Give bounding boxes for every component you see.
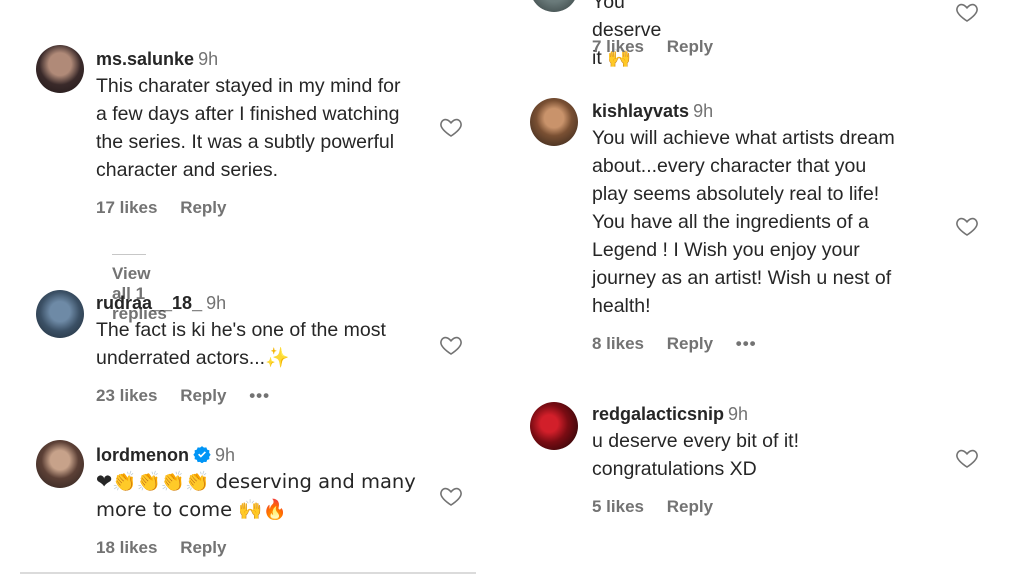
avatar[interactable]: [36, 45, 84, 93]
comment-time: 9h: [215, 445, 236, 465]
comment-text: The fact is ki he's one of the most unde…: [96, 319, 386, 369]
likes-count[interactable]: 5 likes: [592, 497, 644, 516]
comment-text: u deserve every bit of it! congratulatio…: [592, 430, 800, 480]
comment-meta: 18 likes Reply: [96, 538, 436, 558]
comment-text: You deserve it 🙌: [592, 0, 662, 69]
bottom-divider: [20, 572, 476, 574]
more-options-icon[interactable]: •••: [249, 386, 270, 405]
reply-button[interactable]: Reply: [667, 334, 713, 353]
comment-meta: 7 likes Reply: [592, 37, 731, 57]
comment-username[interactable]: redgalacticsnip: [592, 404, 724, 424]
avatar[interactable]: [36, 440, 84, 488]
comment-text: You will achieve what artists dream abou…: [592, 127, 895, 317]
reply-button[interactable]: Reply: [180, 386, 226, 405]
reply-button[interactable]: Reply: [667, 37, 713, 56]
avatar[interactable]: [36, 290, 84, 338]
comment-text: This charater stayed in my mind for a fe…: [96, 75, 401, 181]
verified-badge-icon: [193, 446, 211, 463]
comment-time: 9h: [198, 49, 219, 69]
heart-outline-icon[interactable]: [954, 446, 980, 470]
comment-username[interactable]: ms.salunke: [96, 49, 194, 69]
avatar[interactable]: [530, 0, 578, 12]
comment-meta: 5 likes Reply: [592, 497, 942, 517]
more-options-icon[interactable]: •••: [736, 334, 757, 353]
comment-meta: 8 likes Reply •••: [592, 334, 942, 354]
heart-outline-icon[interactable]: [954, 214, 980, 238]
reply-button[interactable]: Reply: [667, 497, 713, 516]
reply-button[interactable]: Reply: [180, 538, 226, 557]
avatar[interactable]: [530, 98, 578, 146]
comment-meta: 23 likes Reply •••: [96, 386, 436, 406]
likes-count[interactable]: 23 likes: [96, 386, 157, 405]
reply-button[interactable]: Reply: [180, 198, 226, 217]
likes-count[interactable]: 8 likes: [592, 334, 644, 353]
comment-time: 9h: [693, 101, 714, 121]
likes-count[interactable]: 18 likes: [96, 538, 157, 557]
comment-username[interactable]: kishlayvats: [592, 101, 689, 121]
comment-meta: 17 likes Reply: [96, 198, 436, 218]
avatar[interactable]: [530, 402, 578, 450]
comment-username[interactable]: lordmenon: [96, 445, 189, 465]
heart-outline-icon[interactable]: [438, 115, 464, 139]
comment-text: ❤👏👏👏👏 deserving and many more to come 🙌🔥: [96, 470, 416, 521]
comment-time: 9h: [206, 293, 227, 313]
heart-outline-icon[interactable]: [954, 0, 980, 24]
heart-outline-icon[interactable]: [438, 484, 464, 508]
divider-line: [112, 254, 146, 256]
comment-username[interactable]: rudraa__18_: [96, 293, 202, 313]
heart-outline-icon[interactable]: [438, 333, 464, 357]
likes-count[interactable]: 17 likes: [96, 198, 157, 217]
comment-time: 9h: [728, 404, 749, 424]
likes-count[interactable]: 7 likes: [592, 37, 644, 56]
